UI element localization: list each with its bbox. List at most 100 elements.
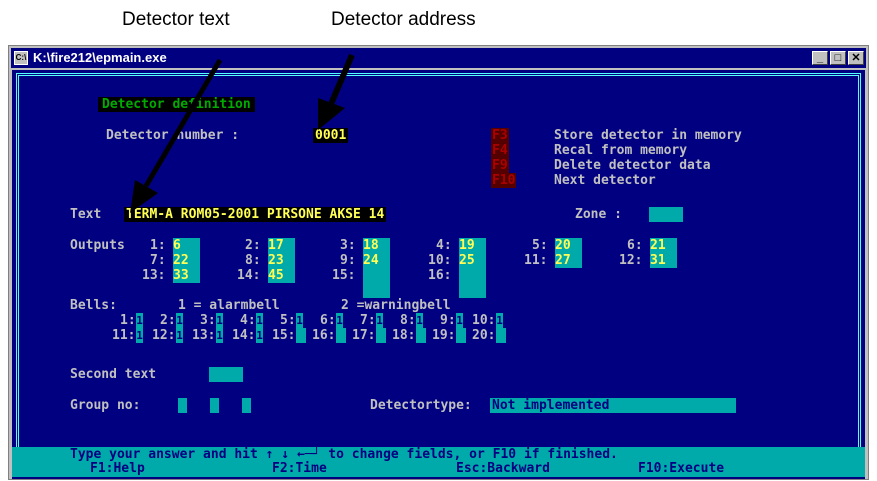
bell-2-field[interactable]: 1 (176, 313, 183, 328)
output-3-label: 3: (340, 238, 356, 253)
bell-9-field[interactable]: 1 (456, 313, 463, 328)
bell-15-label: 15: (272, 328, 296, 343)
bell-6-label: 6: (320, 313, 336, 328)
output-1-field[interactable]: 6 (173, 238, 200, 253)
output-6-field[interactable]: 21 (650, 238, 677, 253)
fkey-f3[interactable]: F3 (491, 128, 509, 143)
group-no-label: Group no: (70, 398, 141, 413)
output-12-field[interactable]: 31 (650, 253, 677, 268)
detectortype-field[interactable]: Not implemented (490, 398, 736, 413)
status-key-backward[interactable]: Esc:Backward (456, 461, 550, 476)
status-bar: Type your answer and hit ↑ ↓ ←─┘ to chan… (12, 447, 865, 477)
output-6-label: 6: (627, 238, 643, 253)
output-14-field[interactable]: 45 (268, 268, 295, 283)
console-area: Detector definition Detector number : 00… (12, 70, 865, 479)
bell-3-field[interactable]: 1 (216, 313, 223, 328)
group-field-3[interactable] (242, 398, 251, 413)
detectortype-label: Detectortype: (370, 398, 472, 413)
bell-10-field[interactable]: 1 (496, 313, 503, 328)
output-11-label: 11: (524, 253, 548, 268)
bell-3-label: 3: (200, 313, 216, 328)
bell-2-label: 2: (160, 313, 176, 328)
bell-15-field[interactable] (296, 328, 306, 343)
output-7-field[interactable]: 22 (173, 253, 200, 268)
bell-16-label: 16: (312, 328, 336, 343)
output-3-field[interactable]: 18 (363, 238, 390, 253)
bell-7-field[interactable]: 1 (376, 313, 383, 328)
output-9-field[interactable]: 24 (363, 253, 390, 268)
detector-text-field[interactable]: TERM-A ROM05-2001 PIRSONE AKSE 14 (124, 207, 387, 222)
bell-11-label: 11: (112, 328, 136, 343)
fkey-f10[interactable]: F10 (491, 173, 517, 188)
maximize-button[interactable]: □ (830, 51, 846, 65)
detector-number-field[interactable]: 0001 (313, 128, 349, 143)
close-button[interactable]: ✕ (848, 51, 864, 65)
status-key-help[interactable]: F1:Help (90, 461, 145, 476)
bell-13-label: 13: (192, 328, 216, 343)
bell-10-label: 10: (472, 313, 496, 328)
bell-6-field[interactable]: 1 (336, 313, 343, 328)
bell-1-label: 1: (120, 313, 136, 328)
title-bar[interactable]: C:\ K:\fire212\epmain.exe _ □ ✕ (11, 48, 866, 68)
output-4-field[interactable]: 19 (459, 238, 486, 253)
minimize-button[interactable]: _ (812, 51, 828, 65)
output-9-label: 9: (340, 253, 356, 268)
bell-7-label: 7: (360, 313, 376, 328)
output-8-label: 8: (245, 253, 261, 268)
bell-1-field[interactable]: 1 (136, 313, 143, 328)
bell-19-label: 19: (432, 328, 456, 343)
bell-17-label: 17: (352, 328, 376, 343)
group-field-1[interactable] (178, 398, 187, 413)
console-icon: C:\ (14, 51, 28, 65)
bell-5-field[interactable]: 1 (296, 313, 303, 328)
output-13-label: 13: (142, 268, 166, 283)
bell-20-field[interactable] (496, 328, 506, 343)
second-text-label: Second text (70, 367, 157, 382)
outputs-label: Outputs (70, 238, 125, 253)
bell-9-label: 9: (440, 313, 456, 328)
output-2-field[interactable]: 17 (268, 238, 295, 253)
bell-12-field[interactable]: 1 (176, 328, 183, 343)
output-12-label: 12: (619, 253, 643, 268)
output-8-field[interactable]: 23 (268, 253, 295, 268)
output-10-field[interactable]: 25 (459, 253, 486, 268)
bell-19-field[interactable] (456, 328, 466, 343)
bells-legend-alarm: 1 = alarmbell (178, 298, 280, 313)
output-11-field[interactable]: 27 (555, 253, 582, 268)
bell-18-label: 18: (392, 328, 416, 343)
status-key-execute[interactable]: F10:Execute (638, 461, 724, 476)
annotation-detector-address: Detector address (331, 9, 476, 30)
fkey-f4-label: Recal from memory (554, 143, 688, 158)
text-label: Text (70, 207, 102, 222)
output-14-label: 14: (237, 268, 261, 283)
bell-20-label: 20: (472, 328, 496, 343)
bells-legend-warning: 2 =warningbell (341, 298, 451, 313)
output-15-field[interactable] (363, 268, 390, 298)
bell-14-field[interactable]: 1 (256, 328, 263, 343)
status-key-time[interactable]: F2:Time (272, 461, 327, 476)
bell-18-field[interactable] (416, 328, 426, 343)
output-13-field[interactable]: 33 (173, 268, 200, 283)
second-text-field[interactable] (209, 367, 243, 382)
fkey-f4[interactable]: F4 (491, 143, 509, 158)
console-window: C:\ K:\fire212\epmain.exe _ □ ✕ Detector… (8, 45, 869, 480)
zone-field[interactable] (649, 207, 683, 222)
output-16-field[interactable] (459, 268, 486, 298)
bell-13-field[interactable]: 1 (216, 328, 223, 343)
bell-11-field[interactable]: 1 (136, 328, 143, 343)
fkey-f10-label: Next detector (554, 173, 656, 188)
bell-4-field[interactable]: 1 (256, 313, 263, 328)
bell-16-field[interactable] (336, 328, 346, 343)
bell-14-label: 14: (232, 328, 256, 343)
group-field-2[interactable] (210, 398, 219, 413)
output-4-label: 4: (436, 238, 452, 253)
output-16-label: 16: (428, 268, 452, 283)
fkey-f9[interactable]: F9 (491, 158, 509, 173)
bell-17-field[interactable] (376, 328, 386, 343)
output-5-field[interactable]: 20 (555, 238, 582, 253)
bell-5-label: 5: (280, 313, 296, 328)
output-10-label: 10: (428, 253, 452, 268)
bell-8-field[interactable]: 1 (416, 313, 423, 328)
annotation-detector-text: Detector text (122, 9, 230, 30)
output-5-label: 5: (532, 238, 548, 253)
